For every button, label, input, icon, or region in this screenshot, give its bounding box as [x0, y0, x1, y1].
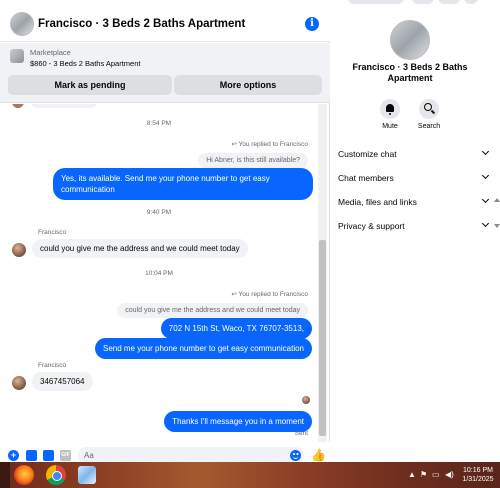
listing-avatar-large[interactable] [390, 20, 430, 60]
marketplace-banner: Marketplace $860 - 3 Beds 2 Baths Apartm… [0, 43, 330, 103]
conversation-info-sidebar: Francisco · 3 Beds 2 Baths Apartment Mut… [330, 6, 500, 462]
volume-icon[interactable]: ◀) [445, 470, 454, 479]
reply-indicator: ↩ You replied to Francisco [231, 141, 309, 148]
sent-status: Sent [294, 430, 308, 437]
search-icon [424, 103, 432, 111]
sender-avatar[interactable] [12, 243, 26, 257]
timestamp: 8:54 PM [146, 120, 172, 127]
bell-icon [386, 104, 394, 115]
message-list: 8:54 PM ↩ You replied to Francisco Hi Ab… [0, 104, 318, 442]
clock-time: 10:16 PM [463, 467, 493, 474]
media-files-links-row[interactable]: Media, files and links [338, 194, 490, 212]
scroll-up-icon[interactable] [494, 198, 500, 202]
timestamp: 10:04 PM [145, 270, 173, 277]
chat-members-row[interactable]: Chat members [338, 170, 490, 188]
customize-chat-row[interactable]: Customize chat [338, 146, 490, 164]
profile-avatar[interactable] [464, 0, 478, 4]
chat-pane: Francisco · 3 Beds 2 Baths Apartment i M… [0, 6, 330, 468]
listing-avatar[interactable] [10, 12, 34, 36]
thumbs-up-icon[interactable]: 👍 [311, 448, 326, 462]
quoted-message[interactable]: could you give me the address and we cou… [117, 303, 308, 318]
outgoing-message[interactable]: Thanks I'll message you in a moment [164, 411, 312, 432]
flag-icon[interactable]: ⚑ [420, 470, 427, 479]
sender-name: Francisco [38, 362, 67, 369]
sticker-icon[interactable] [43, 450, 54, 461]
more-options-button[interactable]: More options [174, 75, 322, 95]
reply-indicator-text: You replied to Francisco [238, 291, 309, 298]
windows-taskbar: ▲ ⚑ ▭ ◀) 10:16 PM 1/31/2025 [0, 462, 500, 488]
info-icon[interactable]: i [305, 17, 319, 31]
section-label: Media, files and links [338, 197, 417, 207]
app-icon[interactable] [78, 466, 96, 484]
outgoing-message[interactable]: Send me your phone number to get easy co… [94, 338, 312, 359]
chat-scrollbar[interactable] [318, 104, 327, 442]
gif-icon[interactable]: GIF [60, 450, 71, 461]
chrome-icon[interactable] [46, 465, 66, 485]
emoji-icon[interactable] [290, 450, 301, 461]
outgoing-message[interactable]: 702 N 15th St, Waco, TX 76707-3513, [160, 318, 312, 339]
photo-icon[interactable] [26, 450, 37, 461]
clock-date: 1/31/2025 [462, 476, 494, 483]
start-button[interactable] [0, 462, 10, 488]
chevron-down-icon [481, 219, 490, 228]
section-label: Customize chat [338, 149, 397, 159]
sender-avatar[interactable] [12, 376, 26, 390]
plus-icon[interactable]: + [8, 450, 19, 461]
listing-thumbnail[interactable] [10, 49, 24, 63]
chevron-down-icon [481, 147, 490, 156]
chat-header: Francisco · 3 Beds 2 Baths Apartment i [0, 6, 330, 42]
sidebar-title: Francisco · 3 Beds 2 Baths Apartment [352, 62, 468, 83]
sender-avatar [12, 104, 24, 108]
section-label: Privacy & support [338, 221, 405, 231]
search-label: Search [417, 123, 441, 130]
quoted-message[interactable]: Hi Abner, is this still available? [198, 153, 308, 168]
system-clock[interactable]: 10:16 PM 1/31/2025 [458, 466, 498, 484]
outgoing-message[interactable]: Yes, its available. Send me your phone n… [53, 168, 313, 200]
network-icon[interactable]: ▭ [432, 470, 440, 479]
reply-indicator: ↩ You replied to Francisco [231, 291, 309, 298]
mark-as-pending-button[interactable]: Mark as pending [8, 75, 172, 95]
seen-avatar [302, 396, 310, 404]
sender-name: Francisco [38, 229, 67, 236]
listing-title[interactable]: $860 - 3 Beds 2 Baths Apartment [30, 59, 141, 68]
browser-search-pill[interactable] [348, 0, 404, 4]
search-button[interactable] [419, 99, 439, 119]
browser-button[interactable] [438, 0, 460, 4]
privacy-support-row[interactable]: Privacy & support [338, 218, 490, 236]
reply-indicator-text: You replied to Francisco [238, 141, 309, 148]
timestamp: 9:40 PM [146, 209, 172, 216]
scroll-down-icon[interactable] [494, 224, 500, 228]
sidebar-scroll-arrows[interactable] [494, 196, 500, 236]
section-label: Chat members [338, 173, 394, 183]
firefox-icon[interactable] [14, 465, 34, 485]
chevron-down-icon [481, 171, 490, 180]
chat-title[interactable]: Francisco · 3 Beds 2 Baths Apartment [38, 18, 245, 30]
chevron-down-icon [481, 195, 490, 204]
previous-message-bubble [32, 104, 96, 108]
incoming-message[interactable]: could you give me the address and we cou… [32, 239, 248, 258]
mute-button[interactable] [380, 99, 400, 119]
browser-button[interactable] [412, 0, 434, 4]
mute-label: Mute [382, 123, 398, 130]
incoming-message[interactable]: 3467457064 [32, 372, 93, 391]
tray-arrow-icon[interactable]: ▲ [408, 470, 416, 479]
marketplace-label: Marketplace [30, 48, 71, 57]
scrollbar-thumb[interactable] [319, 240, 326, 436]
